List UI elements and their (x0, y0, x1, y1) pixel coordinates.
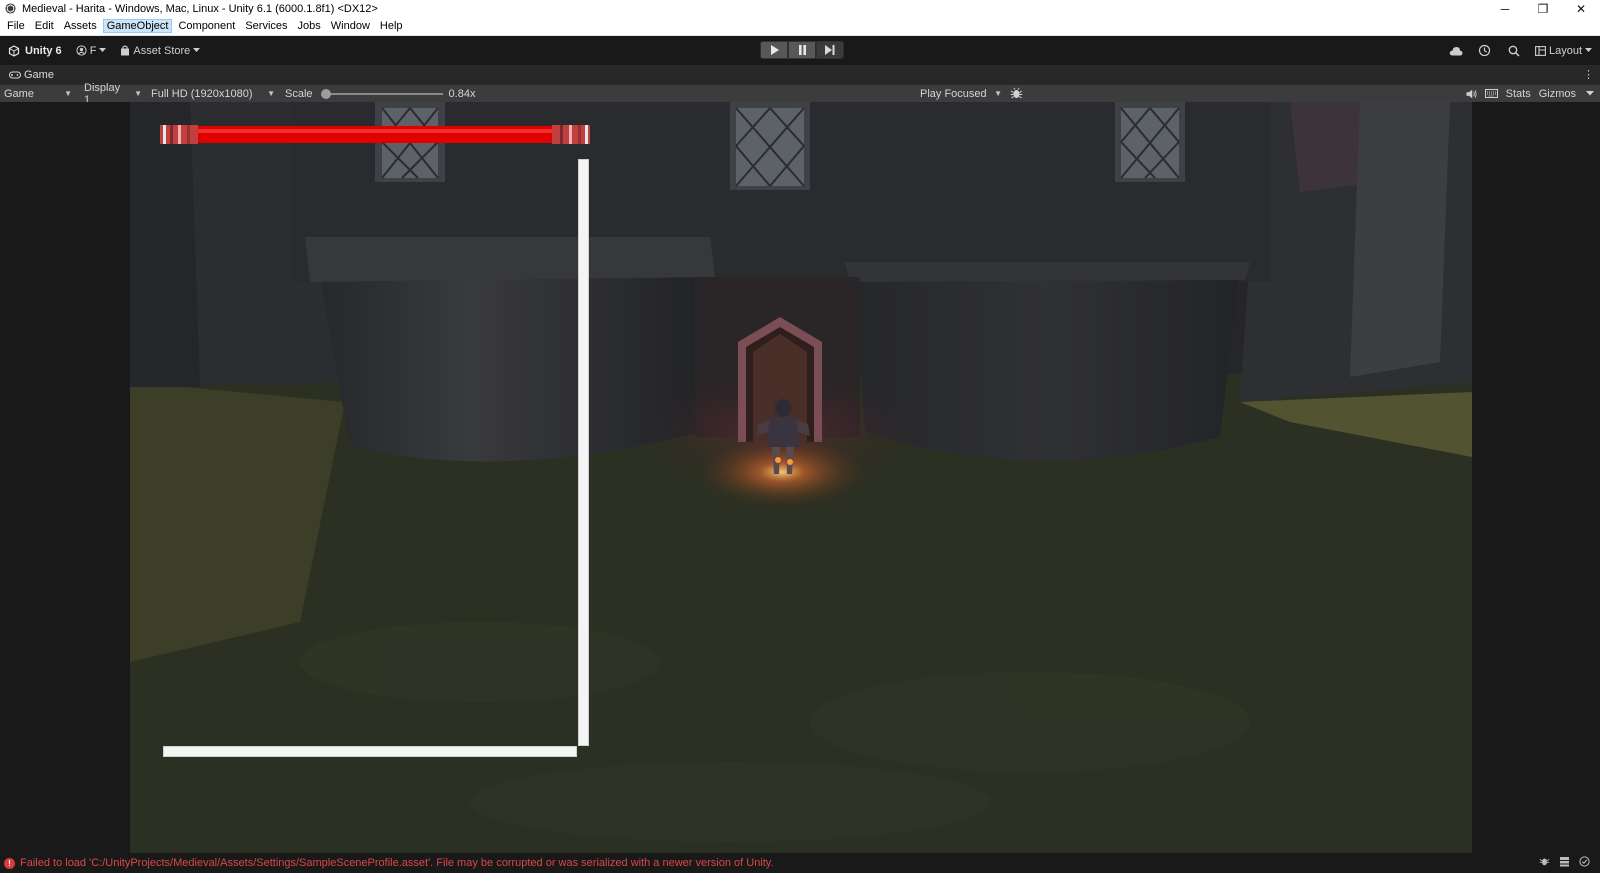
tab-game-label: Game (24, 69, 54, 81)
minimize-button[interactable]: ─ (1486, 0, 1524, 17)
asset-store-label: Asset Store (133, 44, 191, 57)
pause-button[interactable] (788, 41, 816, 59)
stats-button[interactable]: Stats (1502, 88, 1535, 100)
layout-icon (1535, 45, 1546, 56)
layout-dropdown[interactable]: Layout (1535, 45, 1592, 57)
menu-file[interactable]: File (3, 19, 29, 33)
view-type-value: Game (4, 87, 34, 100)
restore-button[interactable]: ❐ (1524, 0, 1562, 17)
cloud-icon[interactable] (1445, 42, 1467, 60)
menu-services[interactable]: Services (241, 19, 291, 33)
chevron-down-icon: ▼ (64, 89, 72, 98)
ui-panel-vertical-bar (578, 159, 589, 746)
chevron-down-icon (1585, 48, 1592, 52)
keyboard-icon[interactable] (1482, 89, 1502, 98)
menu-window[interactable]: Window (327, 19, 374, 33)
account-initial: F (89, 44, 97, 57)
layout-label: Layout (1548, 44, 1582, 57)
menu-assets[interactable]: Assets (60, 19, 101, 33)
window-title: Medieval - Harita - Windows, Mac, Linux … (22, 2, 378, 15)
play-controls (760, 41, 844, 59)
chevron-down-icon[interactable] (1580, 91, 1600, 96)
gamepad-icon (9, 71, 21, 79)
debug-bug-icon[interactable] (1534, 856, 1554, 867)
step-icon (825, 45, 835, 55)
chevron-down-icon: ▼ (994, 89, 1002, 98)
unity-logo-icon (8, 44, 20, 57)
game-view-controls: Game ▼ Display 1 ▼ Full HD (1920x1080) ▼… (0, 82, 1600, 106)
resolution-select[interactable]: Full HD (1920x1080) ▼ (147, 85, 279, 102)
error-icon: ! (4, 857, 15, 869)
menu-gameobject[interactable]: GameObject (102, 19, 173, 33)
health-bar-cap-right (552, 125, 590, 144)
menu-bar: File Edit Assets GameObject Component Se… (0, 17, 1600, 36)
tab-game[interactable]: Game (0, 69, 54, 81)
play-icon (770, 45, 779, 55)
unity-app-icon (4, 3, 16, 15)
view-type-select[interactable]: Game ▼ (0, 85, 76, 102)
step-button[interactable] (816, 41, 844, 59)
audio-icon[interactable] (1462, 89, 1482, 99)
asset-store-bag-icon (121, 45, 130, 56)
game-tab-bar: Game ⋮ (0, 65, 1600, 85)
console-status-bar[interactable]: ! Failed to load 'C:/UnityProjects/Medie… (0, 853, 1600, 873)
resolution-value: Full HD (1920x1080) (151, 87, 253, 100)
search-icon[interactable] (1503, 42, 1525, 60)
account-dropdown[interactable]: F (76, 45, 107, 57)
unity-version-label: Unity 6 (25, 44, 62, 57)
display-select[interactable]: Display 1 ▼ (80, 82, 146, 106)
scale-slider-handle[interactable] (320, 88, 331, 99)
progress-check-icon[interactable] (1574, 856, 1594, 867)
game-scene[interactable] (130, 102, 1472, 853)
history-icon[interactable] (1474, 42, 1496, 60)
account-icon (76, 45, 87, 56)
chevron-down-icon: ▼ (267, 89, 275, 98)
gizmos-button[interactable]: Gizmos (1535, 88, 1580, 100)
scale-control: Scale 0.84x (285, 88, 475, 100)
castle-scene-image (130, 102, 1472, 853)
menu-jobs[interactable]: Jobs (294, 19, 325, 33)
health-bar-cap-left (160, 125, 198, 144)
play-mode-select[interactable]: Play Focused ▼ (916, 85, 1006, 102)
cache-server-icon[interactable] (1554, 856, 1574, 867)
ui-panel-horizontal-bar (163, 746, 577, 757)
menu-help[interactable]: Help (376, 19, 407, 33)
unity-version-button[interactable]: Unity 6 (8, 45, 62, 57)
chevron-down-icon (99, 48, 107, 52)
tab-more-icon[interactable]: ⋮ (1583, 68, 1594, 81)
chevron-down-icon: ▼ (134, 89, 142, 98)
menu-edit[interactable]: Edit (31, 19, 58, 33)
play-mode-value: Play Focused (920, 87, 987, 100)
main-toolbar: Unity 6 F Asset Store Layout (0, 36, 1600, 65)
window-titlebar: Medieval - Harita - Windows, Mac, Linux … (0, 0, 1600, 17)
chevron-down-icon (193, 48, 201, 52)
pause-icon (798, 45, 806, 55)
game-viewport[interactable] (0, 102, 1600, 853)
scale-value: 0.84x (448, 87, 476, 100)
health-bar-fill (160, 126, 590, 143)
asset-store-dropdown[interactable]: Asset Store (120, 44, 201, 57)
menu-component[interactable]: Component (174, 19, 239, 33)
close-button[interactable]: ✕ (1562, 0, 1600, 17)
health-bar (160, 125, 590, 144)
status-message: Failed to load 'C:/UnityProjects/Medieva… (20, 857, 774, 869)
bug-icon[interactable] (1010, 87, 1023, 103)
scale-label: Scale (285, 87, 313, 100)
scale-slider[interactable] (320, 88, 443, 99)
play-button[interactable] (760, 41, 788, 59)
